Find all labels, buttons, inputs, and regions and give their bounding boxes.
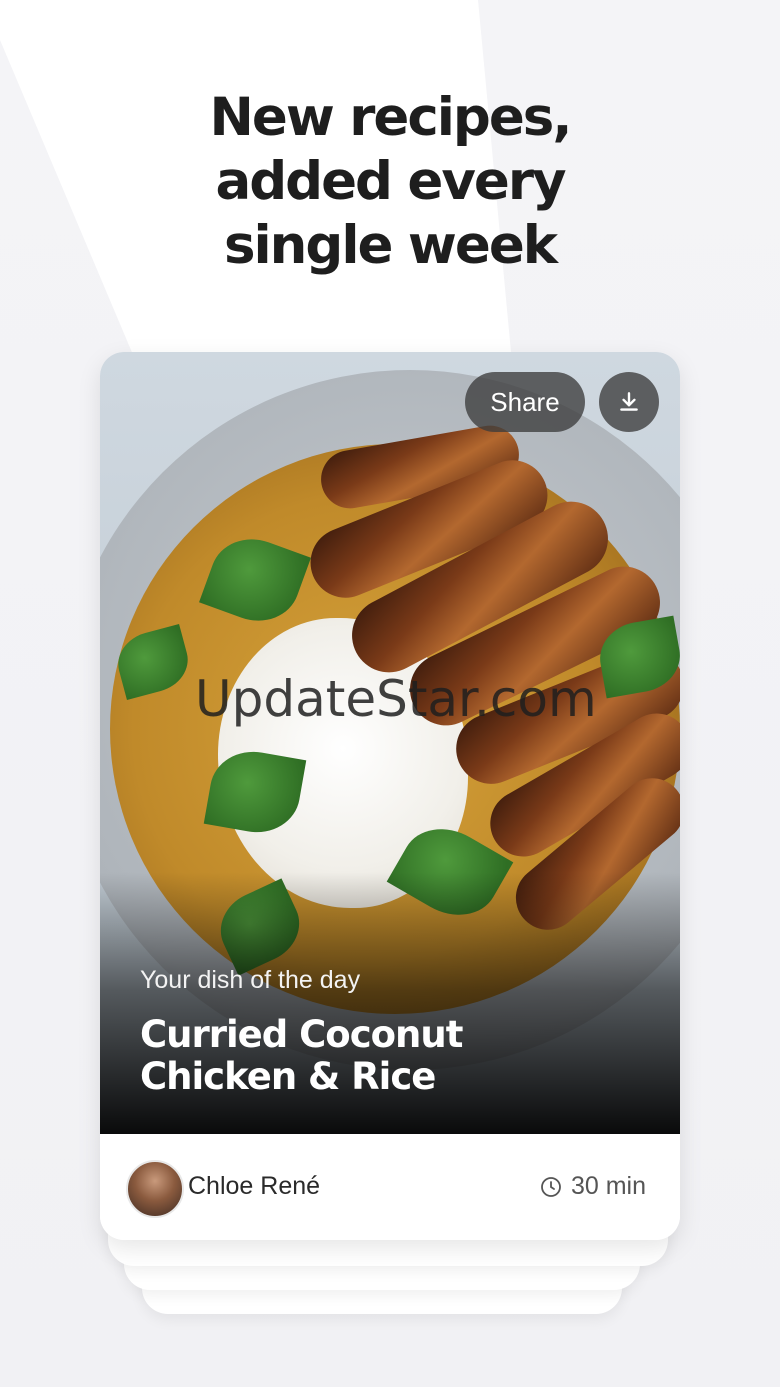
download-icon: [620, 392, 638, 411]
author-avatar[interactable]: [126, 1160, 184, 1218]
headline-line-1: New recipes,: [209, 87, 573, 148]
recipe-title-line-1: Curried Coconut: [140, 1013, 463, 1056]
recipe-meta: Chloe René 30 min: [100, 1134, 680, 1240]
recipe-title: Curried Coconut Chicken & Rice: [140, 1014, 640, 1098]
download-button[interactable]: [599, 372, 659, 432]
dish-of-the-day-label: Your dish of the day: [140, 966, 361, 994]
recipe-photo[interactable]: UpdateStar.com Share Your dish of the da…: [100, 352, 680, 1134]
headline-line-3: single week: [223, 215, 558, 276]
recipe-title-line-2: Chicken & Rice: [140, 1055, 436, 1098]
cook-time-value: 30 min: [570, 1172, 646, 1200]
recipe-card[interactable]: UpdateStar.com Share Your dish of the da…: [100, 352, 680, 1240]
headline-line-2: added every: [215, 151, 566, 212]
cook-time: 30 min: [539, 1172, 646, 1201]
clock-icon: [541, 1176, 561, 1197]
author-name[interactable]: Chloe René: [188, 1172, 320, 1201]
promo-headline: New recipes, added every single week: [0, 86, 780, 278]
watermark-text: UpdateStar.com: [195, 670, 597, 728]
share-button[interactable]: Share: [465, 372, 585, 432]
